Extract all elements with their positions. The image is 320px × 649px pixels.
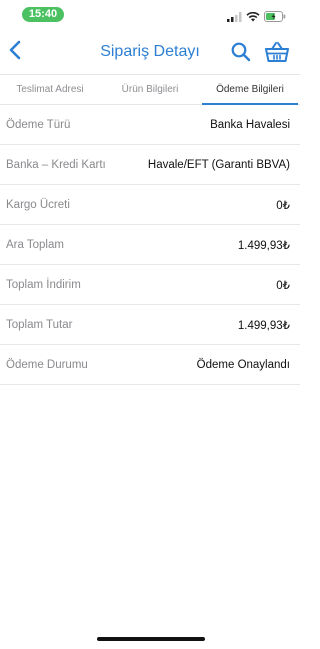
detail-value: Banka Havalesi bbox=[210, 118, 290, 131]
search-button[interactable] bbox=[230, 41, 252, 63]
detail-value: 0₺ bbox=[276, 199, 290, 212]
home-indicator[interactable] bbox=[97, 637, 205, 641]
status-icons bbox=[227, 9, 286, 27]
status-time: 15:40 bbox=[22, 7, 64, 22]
detail-value: 0₺ bbox=[276, 279, 290, 292]
detail-row-payment-type: Ödeme Türü Banka Havalesi bbox=[0, 105, 300, 145]
detail-label: Ara Toplam bbox=[6, 238, 64, 251]
tab-delivery-address[interactable]: Teslimat Adresi bbox=[0, 75, 100, 104]
detail-row-bank: Banka – Kredi Kartı Havale/EFT (Garanti … bbox=[0, 145, 300, 185]
detail-label: Kargo Ücreti bbox=[6, 198, 70, 211]
detail-value: 1.499,93₺ bbox=[237, 319, 290, 332]
detail-row-payment-status: Ödeme Durumu Ödeme Onaylandı bbox=[0, 345, 300, 385]
detail-label: Banka – Kredi Kartı bbox=[6, 158, 106, 171]
detail-label: Ödeme Durumu bbox=[6, 358, 88, 371]
detail-label: Toplam İndirim bbox=[6, 278, 81, 291]
detail-value: 1.499,93₺ bbox=[237, 239, 290, 252]
tab-product-info[interactable]: Ürün Bilgileri bbox=[100, 75, 200, 104]
detail-label: Ödeme Türü bbox=[6, 118, 71, 131]
basket-button[interactable] bbox=[264, 40, 290, 64]
detail-row-shipping-fee: Kargo Ücreti 0₺ bbox=[0, 185, 300, 225]
detail-row-subtotal: Ara Toplam 1.499,93₺ bbox=[0, 225, 300, 265]
detail-row-total-discount: Toplam İndirim 0₺ bbox=[0, 265, 300, 305]
detail-label: Toplam Tutar bbox=[6, 318, 73, 331]
tab-bar: Teslimat Adresi Ürün Bilgileri Ödeme Bil… bbox=[0, 74, 300, 105]
wifi-icon bbox=[246, 9, 260, 27]
detail-value: Havale/EFT (Garanti BBVA) bbox=[147, 158, 290, 171]
page-title: Sipariş Detayı bbox=[100, 43, 200, 60]
battery-icon bbox=[264, 9, 286, 27]
status-bar: 15:40 bbox=[0, 0, 300, 28]
navigation-bar: Sipariş Detayı bbox=[0, 30, 300, 74]
basket-icon bbox=[264, 42, 290, 68]
signal-icon bbox=[227, 9, 242, 27]
detail-value: Ödeme Onaylandı bbox=[196, 358, 290, 371]
search-icon bbox=[230, 42, 252, 67]
detail-row-total-amount: Toplam Tutar 1.499,93₺ bbox=[0, 305, 300, 345]
payment-details-list: Ödeme Türü Banka Havalesi Banka – Kredi … bbox=[0, 105, 300, 385]
tab-payment-info[interactable]: Ödeme Bilgileri bbox=[200, 75, 300, 105]
